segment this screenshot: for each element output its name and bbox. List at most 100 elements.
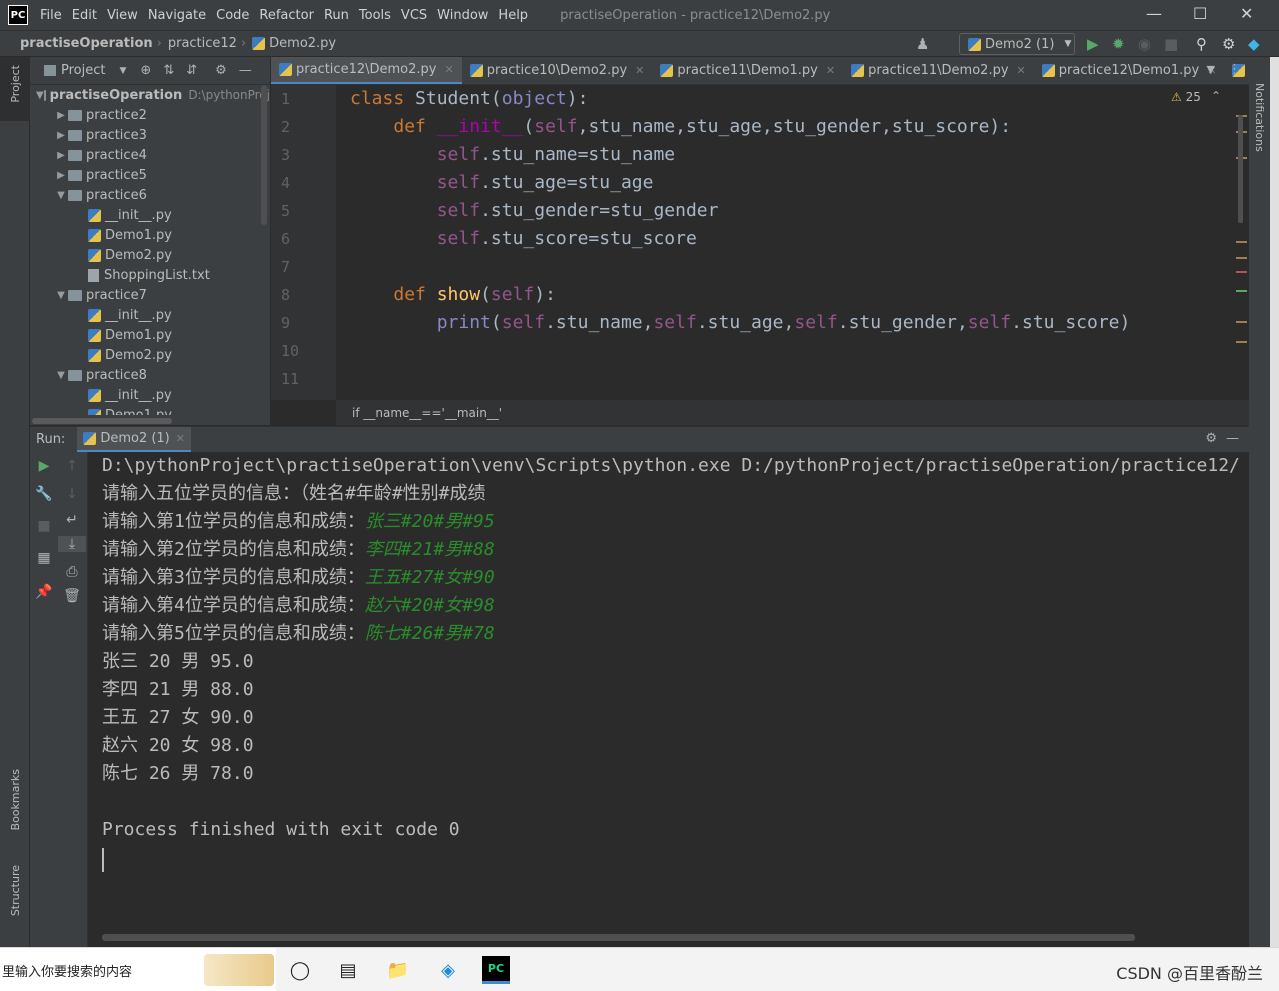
editor-tab[interactable]: practice12\Demo2.py ✕ bbox=[271, 57, 462, 84]
maximize-icon[interactable]: ☐ bbox=[1193, 4, 1207, 23]
taskbar-search-box[interactable]: 里输入你要搜索的内容 bbox=[0, 948, 276, 991]
gear-icon[interactable]: ⚙ bbox=[1205, 431, 1217, 446]
breadcrumb-file[interactable]: Demo2.py bbox=[269, 36, 336, 51]
close-icon[interactable]: ✕ bbox=[444, 63, 453, 76]
trash-icon[interactable]: 🗑 bbox=[58, 588, 86, 604]
tree-file[interactable]: ShoppingList.txt bbox=[30, 265, 270, 285]
menu-file[interactable]: File bbox=[40, 8, 62, 23]
menu-refactor[interactable]: Refactor bbox=[259, 8, 314, 23]
expand-arrow-icon[interactable]: ▶ bbox=[54, 130, 68, 141]
expand-arrow-icon[interactable]: ▼ bbox=[36, 90, 44, 101]
close-icon[interactable]: ✕ bbox=[826, 64, 835, 77]
tree-file[interactable]: __init__.py bbox=[30, 385, 270, 405]
print-icon[interactable]: ⎙ bbox=[58, 564, 86, 580]
debug-icon[interactable]: ✹ bbox=[1112, 35, 1125, 53]
collapse-all-icon[interactable]: ⇵ bbox=[186, 63, 197, 78]
previous-highlight-icon[interactable]: ⌃ bbox=[1211, 89, 1221, 103]
locate-icon[interactable]: ⊕ bbox=[140, 63, 151, 78]
minimize-icon[interactable]: — bbox=[1146, 4, 1162, 23]
tree-root[interactable]: ▼ practiseOperation D:\pythonProj bbox=[30, 85, 270, 105]
editor-tab[interactable]: practice12\Demo1.py ✕ bbox=[1034, 57, 1225, 84]
rerun-icon[interactable]: ▶ bbox=[30, 458, 58, 474]
stop-icon[interactable]: ■ bbox=[1164, 35, 1178, 53]
menu-vcs[interactable]: VCS bbox=[401, 8, 427, 23]
scrollbar-thumb[interactable] bbox=[1238, 115, 1243, 223]
expand-all-icon[interactable]: ⇅ bbox=[163, 63, 174, 78]
project-tree-vertical-scrollbar[interactable] bbox=[261, 85, 267, 225]
close-icon[interactable]: ✕ bbox=[635, 64, 644, 77]
collapse-arrow-icon[interactable]: ▼ bbox=[54, 290, 68, 301]
coverage-icon[interactable]: ◉ bbox=[1138, 35, 1151, 53]
notifications-tool-label[interactable]: Notifications bbox=[1253, 83, 1266, 152]
search-icon[interactable]: ⚲ bbox=[1196, 35, 1207, 53]
jetbrains-toolbox-icon[interactable]: ◆ bbox=[1248, 35, 1260, 53]
tree-folder[interactable]: ▼ practice8 bbox=[30, 365, 270, 385]
editor-error-stripe[interactable] bbox=[1234, 85, 1249, 400]
tree-folder[interactable]: ▶ practice5 bbox=[30, 165, 270, 185]
code-editor[interactable]: class Student(object): def __init__(self… bbox=[336, 85, 1234, 400]
menu-navigate[interactable]: Navigate bbox=[148, 8, 206, 23]
pycharm-taskbar-icon[interactable]: PC bbox=[482, 956, 510, 984]
wrench-icon[interactable]: 🔧 bbox=[30, 486, 58, 502]
hide-panel-icon[interactable]: — bbox=[239, 63, 252, 78]
layout-icon[interactable]: ▦ bbox=[30, 550, 58, 566]
tree-file[interactable]: __init__.py bbox=[30, 305, 270, 325]
console-horizontal-scrollbar[interactable] bbox=[102, 934, 1135, 941]
breadcrumb-project[interactable]: practiseOperation bbox=[20, 36, 153, 51]
run-configuration-select[interactable]: Demo2 (1) ▼ bbox=[959, 33, 1075, 55]
tree-file[interactable]: __init__.py bbox=[30, 205, 270, 225]
tree-file[interactable]: Demo2.py bbox=[30, 345, 270, 365]
tree-folder[interactable]: ▶ practice3 bbox=[30, 125, 270, 145]
arrow-up-icon[interactable]: ↑ bbox=[58, 458, 86, 474]
chevron-down-icon[interactable]: ▼ bbox=[119, 66, 126, 76]
menu-run[interactable]: Run bbox=[324, 8, 349, 23]
project-tree-horizontal-scrollbar[interactable] bbox=[30, 417, 270, 425]
scroll-to-end-icon[interactable]: ⤓ bbox=[58, 536, 86, 552]
editor-tab[interactable]: practice11\Demo2.py ✕ bbox=[843, 57, 1034, 84]
gear-icon[interactable]: ⚙ bbox=[1222, 35, 1235, 53]
pin-icon[interactable]: 📌 bbox=[30, 584, 58, 600]
scrollbar-thumb[interactable] bbox=[32, 418, 172, 424]
tree-file[interactable]: Demo1.py bbox=[30, 405, 270, 415]
menu-view[interactable]: View bbox=[107, 8, 138, 23]
hide-panel-icon[interactable]: — bbox=[1226, 431, 1239, 446]
task-view-icon[interactable]: ◯ bbox=[286, 956, 314, 984]
tree-file[interactable]: Demo2.py bbox=[30, 245, 270, 265]
menu-tools[interactable]: Tools bbox=[359, 8, 391, 23]
tree-file[interactable]: Demo1.py bbox=[30, 325, 270, 345]
widgets-icon[interactable]: ▤ bbox=[334, 956, 362, 984]
bookmarks-tool-label[interactable]: Bookmarks bbox=[9, 769, 22, 830]
soft-wrap-icon[interactable]: ↵ bbox=[58, 512, 86, 528]
breadcrumb-folder[interactable]: practice12 bbox=[168, 36, 237, 51]
close-icon[interactable]: ✕ bbox=[1240, 4, 1253, 23]
expand-arrow-icon[interactable]: ▶ bbox=[54, 110, 68, 121]
code-breadcrumb[interactable]: if __name__=='__main__' bbox=[336, 400, 1249, 425]
structure-tool-label[interactable]: Structure bbox=[9, 865, 22, 916]
run-tab[interactable]: Demo2 (1) ✕ bbox=[77, 426, 191, 453]
file-explorer-icon[interactable]: 📁 bbox=[384, 956, 412, 984]
collapse-arrow-icon[interactable]: ▼ bbox=[54, 190, 68, 201]
editor-tab[interactable]: practice11\Demo1.py ✕ bbox=[652, 57, 843, 84]
tree-folder[interactable]: ▼ practice6 bbox=[30, 185, 270, 205]
tree-folder[interactable]: ▼ practice7 bbox=[30, 285, 270, 305]
more-icon[interactable]: ⋮ bbox=[1228, 62, 1241, 77]
arrow-down-icon[interactable]: ↓ bbox=[58, 486, 86, 502]
tree-folder[interactable]: ▶ practice4 bbox=[30, 145, 270, 165]
stop-icon[interactable]: ■ bbox=[30, 518, 58, 534]
warnings-indicator[interactable]: ⚠ 25 bbox=[1171, 90, 1201, 104]
project-tool-button[interactable]: Project bbox=[0, 57, 30, 121]
close-icon[interactable]: ✕ bbox=[176, 432, 185, 445]
menu-window[interactable]: Window bbox=[437, 8, 488, 23]
menu-code[interactable]: Code bbox=[216, 8, 249, 23]
run-icon[interactable]: ▶ bbox=[1087, 35, 1099, 53]
close-icon[interactable]: ✕ bbox=[1017, 64, 1026, 77]
collapse-arrow-icon[interactable]: ▼ bbox=[54, 370, 68, 381]
edge-browser-icon[interactable]: ◈ bbox=[434, 956, 462, 984]
menu-edit[interactable]: Edit bbox=[72, 8, 97, 23]
run-console[interactable]: D:\pythonProject\practiseOperation\venv\… bbox=[88, 452, 1249, 947]
user-icon[interactable]: ♟ bbox=[916, 35, 929, 53]
expand-arrow-icon[interactable]: ▶ bbox=[54, 150, 68, 161]
tree-folder[interactable]: ▶ practice2 bbox=[30, 105, 270, 125]
project-panel-title[interactable]: Project bbox=[61, 63, 105, 78]
expand-arrow-icon[interactable]: ▶ bbox=[54, 170, 68, 181]
